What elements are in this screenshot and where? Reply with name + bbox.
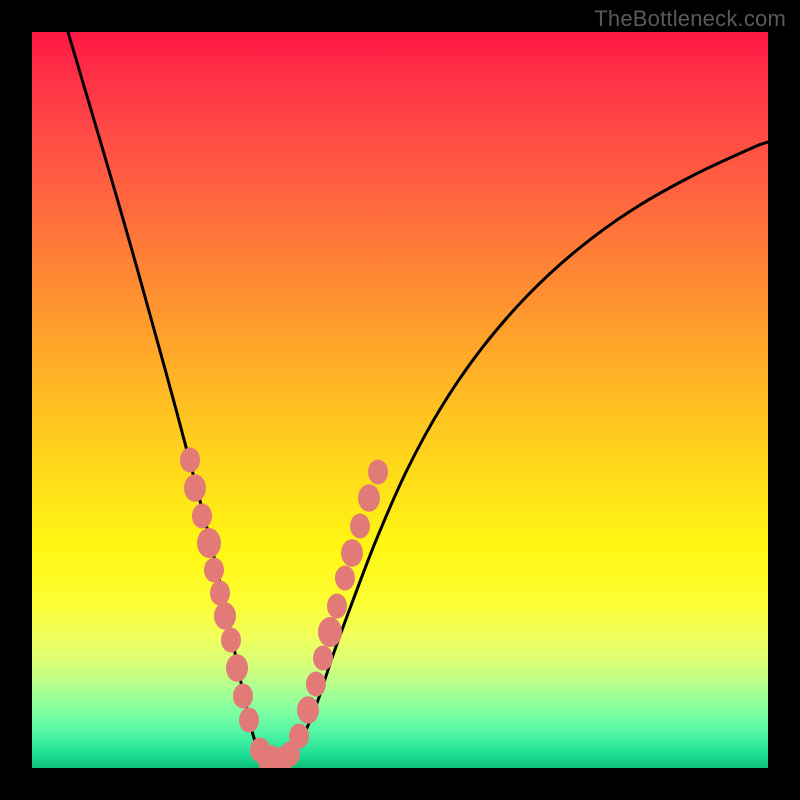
highlight-marker [239, 708, 259, 733]
highlight-marker [306, 672, 326, 697]
highlight-marker [313, 646, 333, 671]
chart-frame: TheBottleneck.com [0, 0, 800, 800]
bottleneck-curve [68, 32, 768, 760]
highlight-marker [214, 602, 236, 630]
highlight-marker [226, 654, 248, 682]
highlight-marker [197, 528, 221, 558]
highlight-marker [318, 617, 342, 647]
highlight-marker [341, 539, 363, 567]
highlight-marker [335, 566, 355, 591]
highlight-marker [204, 558, 224, 583]
curve-svg [32, 32, 768, 768]
highlight-marker [180, 448, 200, 473]
highlight-marker [184, 474, 206, 502]
highlight-marker [221, 628, 241, 653]
highlight-marker [368, 460, 388, 485]
highlight-markers [180, 448, 388, 769]
watermark-text: TheBottleneck.com [594, 6, 786, 32]
highlight-marker [192, 504, 212, 529]
highlight-marker [210, 581, 230, 606]
highlight-marker [289, 724, 309, 749]
highlight-marker [233, 684, 253, 709]
plot-area [32, 32, 768, 768]
highlight-marker [358, 484, 380, 512]
highlight-marker [297, 696, 319, 724]
highlight-marker [350, 514, 370, 539]
highlight-marker [327, 594, 347, 619]
